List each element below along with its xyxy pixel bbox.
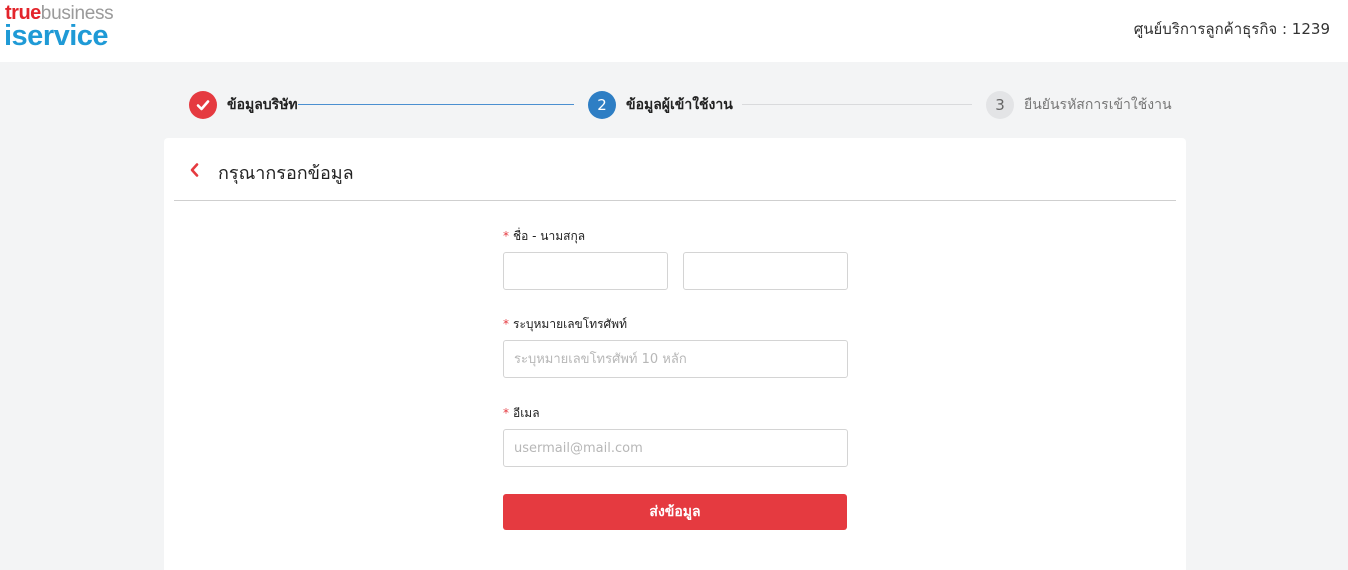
step-verify-code: 3 ยืนยันรหัสการเข้าใช้งาน [986,91,1172,119]
required-mark: * [503,317,509,331]
card-header: กรุณากรอกข้อมูล [174,138,1176,201]
step-3-circle: 3 [986,91,1014,119]
phone-label-text: ระบุหมายเลขโทรศัพท์ [513,317,627,331]
true-business-iservice-logo[interactable]: truebusiness iservice [4,3,135,52]
name-label-text: ชื่อ - นามสกุล [513,229,586,243]
required-mark: * [503,229,509,243]
form-title: กรุณากรอกข้อมูล [218,163,354,184]
step-connector-1 [298,104,574,105]
user-info-form-card: กรุณากรอกข้อมูล * ชื่อ - นามสกุล * ระบุหมา… [164,138,1186,570]
email-label-text: อีเมล [513,406,540,420]
chevron-left-icon [190,163,199,177]
email-label: * อีเมล [503,404,540,423]
submit-button[interactable]: ส่งข้อมูล [503,494,847,530]
step-1-circle [189,91,217,119]
name-label: * ชื่อ - นามสกุล [503,227,585,246]
first-name-input[interactable] [503,252,668,290]
back-button[interactable] [186,161,204,179]
step-user-info: 2 ข้อมูลผู้เข้าใช้งาน [588,91,733,119]
required-mark: * [503,406,509,420]
step-1-label: ข้อมูลบริษัท [227,97,298,113]
step-connector-2 [742,104,972,105]
phone-label: * ระบุหมายเลขโทรศัพท์ [503,315,627,334]
step-3-label: ยืนยันรหัสการเข้าใช้งาน [1024,97,1172,113]
customer-service-hotline: ศูนย์บริการลูกค้าธุรกิจ : 1239 [1133,20,1330,38]
checkmark-icon [196,100,210,111]
progress-stepper: ข้อมูลบริษัท 2 ข้อมูลผู้เข้าใช้งาน 3 ยืน… [0,62,1348,138]
phone-input[interactable] [503,340,848,378]
last-name-input[interactable] [683,252,848,290]
email-input[interactable] [503,429,848,467]
top-header: truebusiness iservice ศูนย์บริการลูกค้าธ… [0,0,1348,62]
page: truebusiness iservice ศูนย์บริการลูกค้าธ… [0,0,1348,570]
step-2-label: ข้อมูลผู้เข้าใช้งาน [626,97,733,113]
step-company-info: ข้อมูลบริษัท [189,91,298,119]
step-2-circle: 2 [588,91,616,119]
logo-iservice-text: iservice [4,20,109,52]
